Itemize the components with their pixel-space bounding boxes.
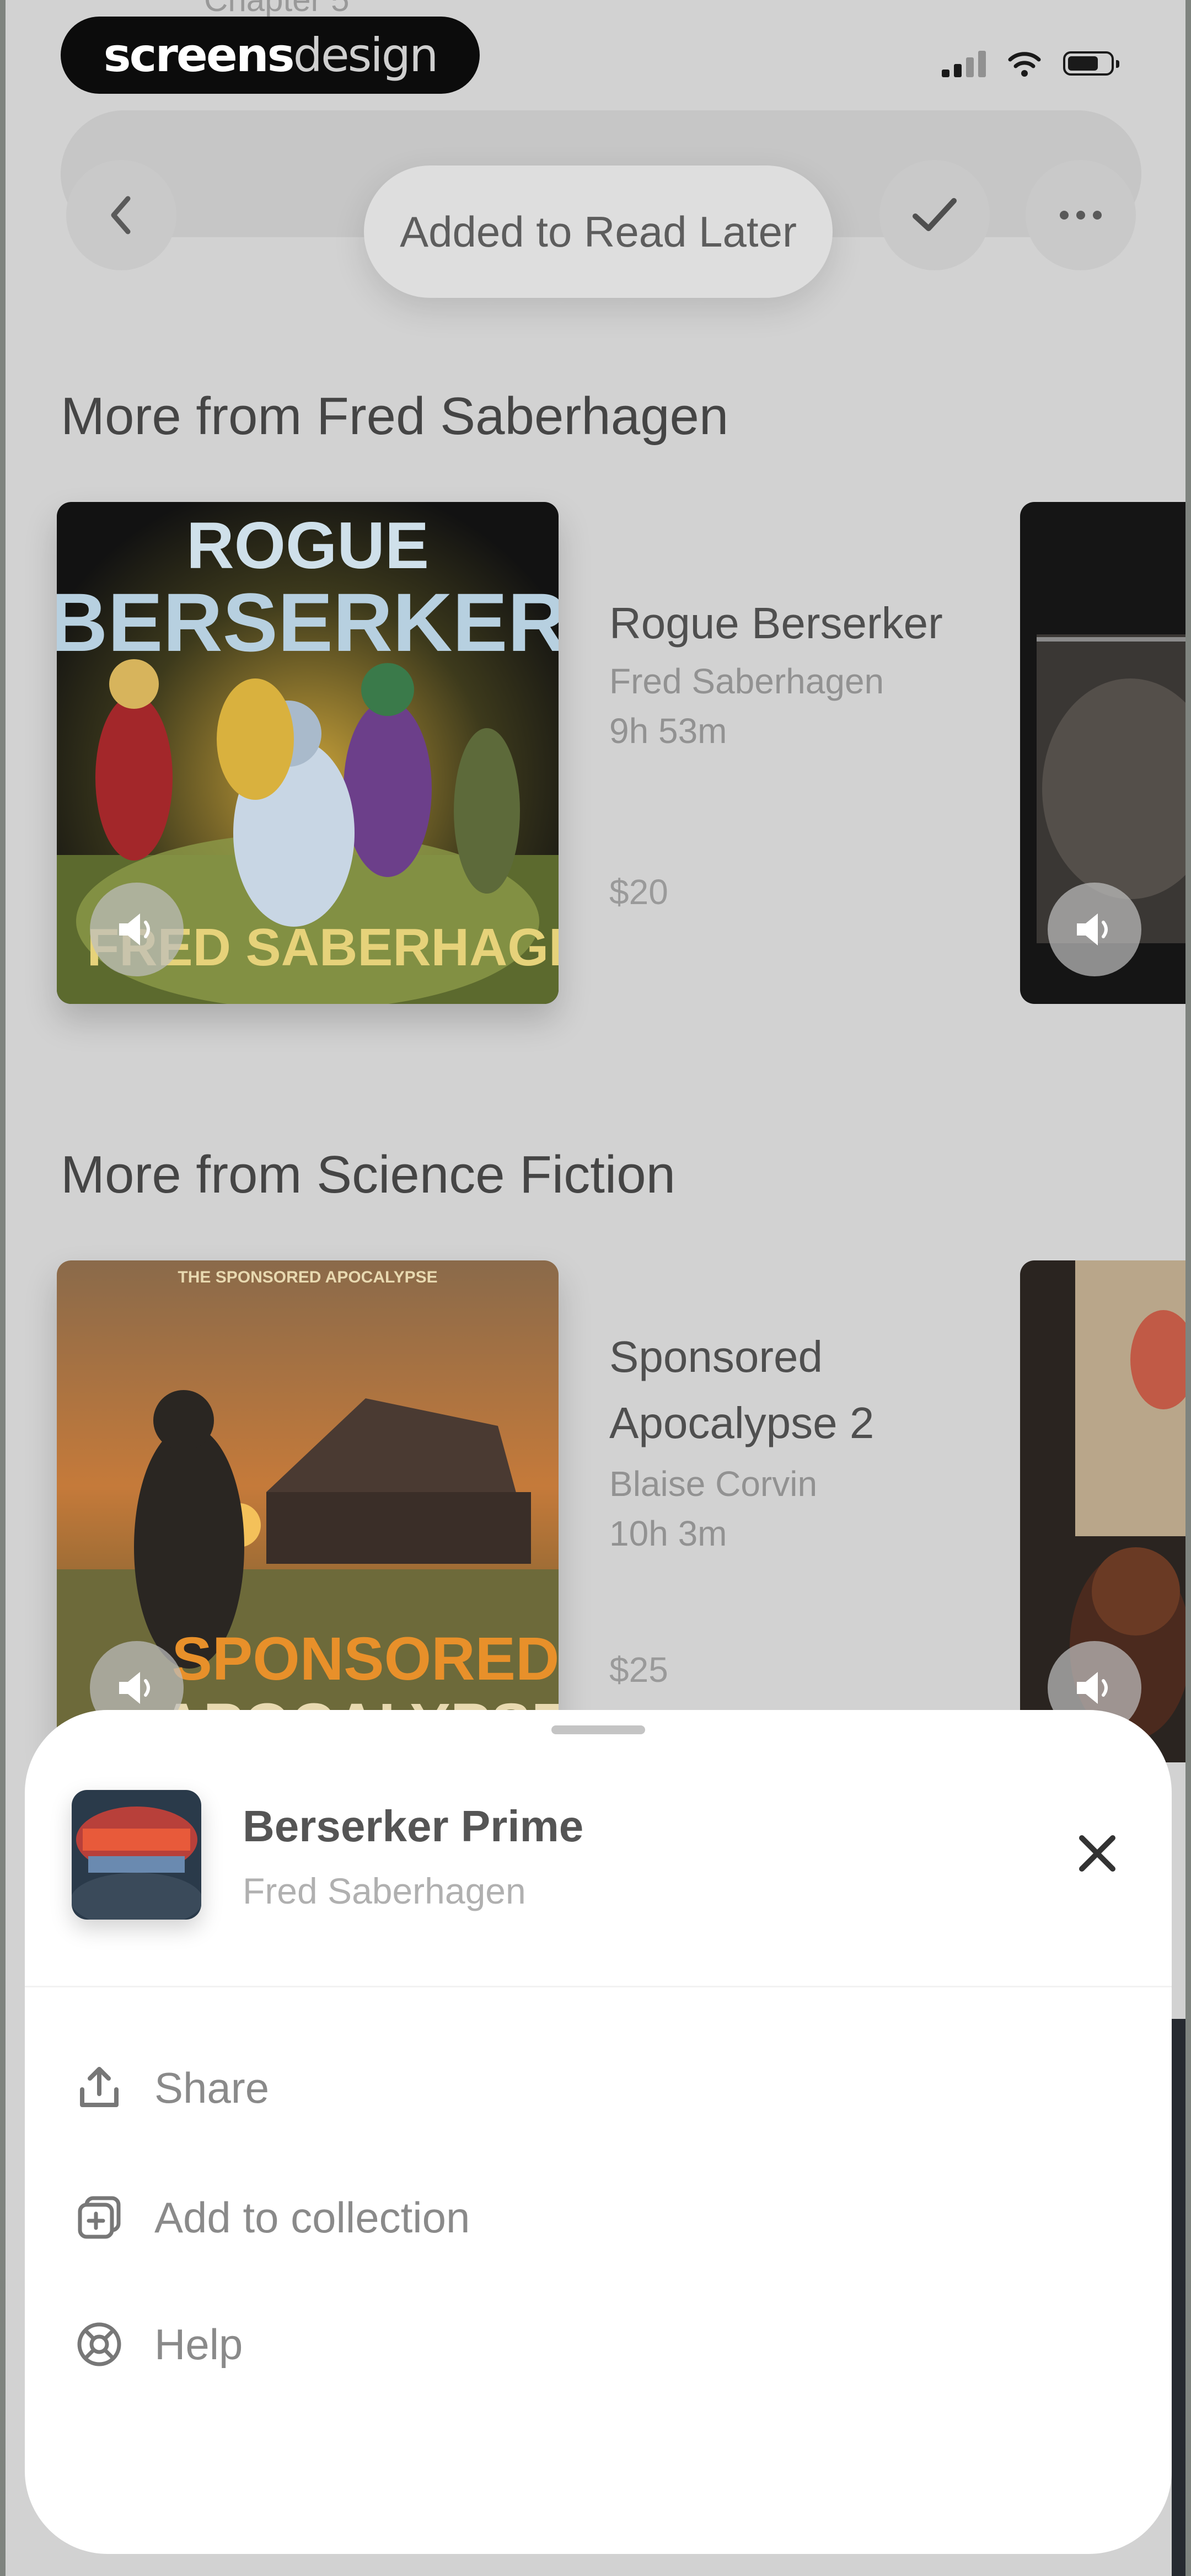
wifi-icon bbox=[1008, 52, 1041, 77]
battery-icon bbox=[1063, 51, 1119, 76]
cover-title-line1: SPONSORED bbox=[172, 1625, 559, 1693]
more-options-button[interactable] bbox=[1026, 160, 1136, 270]
book-title-line2[interactable]: Apocalypse 2 bbox=[609, 1390, 874, 1456]
menu-item-label: Add to collection bbox=[154, 2193, 470, 2242]
sheet-divider bbox=[25, 1986, 1172, 1987]
speaker-icon bbox=[1077, 1672, 1108, 1704]
close-button[interactable] bbox=[1067, 1823, 1128, 1884]
menu-item-label: Help bbox=[154, 2320, 243, 2369]
cover-title-line1: ROGUE bbox=[186, 509, 429, 582]
close-icon bbox=[1079, 1835, 1115, 1872]
background-sliver bbox=[1172, 2019, 1185, 2576]
next-book-cover[interactable] bbox=[1020, 502, 1185, 1004]
checkmark-icon bbox=[913, 198, 957, 231]
menu-item-share[interactable]: Share bbox=[72, 2049, 269, 2126]
audio-badge[interactable] bbox=[90, 883, 184, 976]
next-book-cover[interactable] bbox=[1020, 1260, 1185, 1762]
sheet-book-thumbnail bbox=[72, 1790, 201, 1920]
ellipsis-icon bbox=[1060, 211, 1102, 220]
speaker-icon bbox=[119, 913, 150, 945]
menu-item-help[interactable]: Help bbox=[72, 2306, 243, 2383]
add-to-collection-icon bbox=[72, 2190, 127, 2245]
speaker-icon bbox=[119, 1672, 150, 1704]
watermark-logo: screensdesign bbox=[61, 17, 480, 94]
read-later-toast: Added to Read Later bbox=[364, 165, 833, 298]
top-ghost-text: Chapter 5 bbox=[204, 0, 350, 19]
section-title-genre: More from Science Fiction bbox=[61, 1145, 676, 1204]
book-price: $20 bbox=[609, 872, 668, 912]
book-author: Blaise Corvin bbox=[609, 1464, 818, 1504]
book-title[interactable]: Rogue Berserker bbox=[609, 590, 943, 656]
book-cover-rogue-berserker[interactable]: ROGUE BERSERKER FRED SABERHAGEN bbox=[57, 502, 559, 1004]
watermark-thin: design bbox=[293, 28, 439, 82]
book-cover-sponsored-apocalypse[interactable]: THE SPONSORED APOCALYPSE SPONSORED APOCA… bbox=[57, 1260, 559, 1762]
section-title-author: More from Fred Saberhagen bbox=[61, 387, 729, 446]
cover-title-line2: BERSERKER bbox=[57, 576, 559, 669]
book-author: Fred Saberhagen bbox=[609, 661, 884, 701]
action-sheet: Berserker Prime Fred Saberhagen Share Ad… bbox=[25, 1710, 1172, 2554]
status-icons bbox=[942, 50, 1119, 77]
menu-item-label: Share bbox=[154, 2063, 270, 2112]
menu-item-add-to-collection[interactable]: Add to collection bbox=[72, 2179, 470, 2256]
help-icon bbox=[72, 2317, 127, 2372]
book-price: $25 bbox=[609, 1650, 668, 1690]
sheet-book-author: Fred Saberhagen bbox=[243, 1870, 526, 1911]
sheet-drag-handle[interactable] bbox=[551, 1725, 645, 1734]
watermark-bold: screens bbox=[103, 28, 295, 82]
berserker-prime-cover-art bbox=[72, 1790, 201, 1920]
mark-read-button[interactable] bbox=[879, 160, 990, 270]
share-icon bbox=[72, 2060, 127, 2115]
app-screen: Chapter 5 screensdesign Added to Read La… bbox=[6, 0, 1185, 2576]
back-button[interactable] bbox=[66, 160, 176, 270]
cover-series: THE SPONSORED APOCALYPSE bbox=[178, 1268, 437, 1286]
cellular-signal-icon bbox=[942, 50, 986, 77]
audio-badge[interactable] bbox=[1048, 883, 1141, 976]
book-title-line1[interactable]: Sponsored bbox=[609, 1324, 823, 1390]
sheet-book-title: Berserker Prime bbox=[243, 1802, 584, 1851]
chevron-left-icon bbox=[111, 196, 131, 234]
speaker-icon bbox=[1077, 913, 1108, 945]
book-duration: 10h 3m bbox=[609, 1514, 727, 1553]
book-duration: 9h 53m bbox=[609, 711, 727, 751]
